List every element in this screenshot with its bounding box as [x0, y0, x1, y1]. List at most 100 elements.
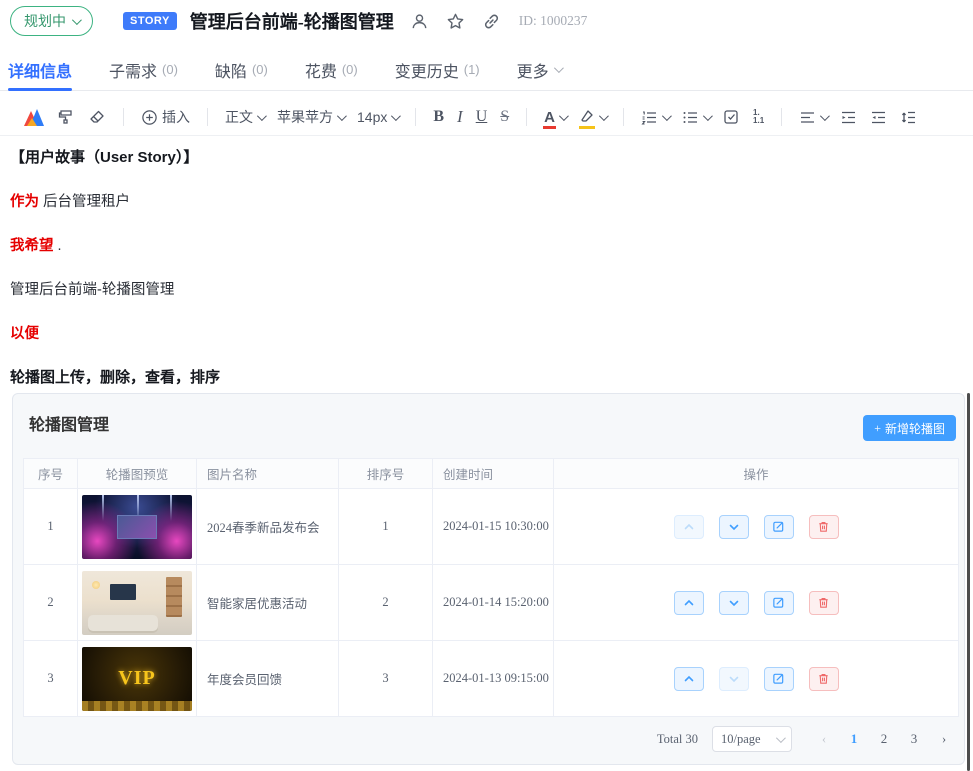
- indent-increase-icon[interactable]: [840, 110, 857, 125]
- stage-light-beam: [170, 494, 172, 521]
- line-height-icon[interactable]: [900, 110, 917, 125]
- move-up-button[interactable]: [673, 590, 704, 615]
- page-2-button[interactable]: 2: [874, 731, 894, 747]
- multilevel-bottom: 1.1: [753, 116, 765, 125]
- tab-change-history[interactable]: 变更历史 (1): [395, 49, 480, 90]
- page-1-button[interactable]: 1: [844, 731, 864, 747]
- tv-shape: [110, 583, 136, 600]
- prev-page-button[interactable]: ‹: [814, 731, 834, 747]
- chevron-up-icon: [684, 599, 693, 605]
- chevron-down-icon: [729, 524, 738, 530]
- page-numbers: ‹ 1 2 3 ›: [814, 731, 954, 747]
- assignee-person-icon[interactable]: [410, 12, 429, 31]
- delete-button[interactable]: [808, 666, 839, 691]
- image-name: 年度会员回馈: [196, 640, 339, 717]
- ordered-list-button[interactable]: [641, 110, 672, 125]
- editor-toolbar: 插入 正文 苹果苹方 14px B I U S A 1. 1.1: [0, 99, 973, 136]
- toolbar-divider: [207, 108, 208, 126]
- as-a-line: 作为 后台管理租户: [10, 190, 960, 211]
- paragraph-style-select[interactable]: 正文: [225, 107, 267, 127]
- move-down-button[interactable]: [718, 514, 749, 539]
- edit-button[interactable]: [763, 666, 794, 691]
- topbar-icons: [410, 12, 501, 31]
- row-actions: [554, 590, 958, 615]
- eraser-icon[interactable]: [88, 108, 106, 126]
- chevron-down-icon: [775, 732, 786, 743]
- insert-label: 插入: [162, 109, 190, 125]
- toolbar-divider: [123, 108, 124, 126]
- chevron-down-icon: [729, 676, 738, 682]
- col-header-sort: 排序号: [338, 458, 433, 489]
- as-a-value: 后台管理租户: [43, 194, 131, 210]
- chevron-down-icon: [598, 110, 609, 121]
- tab-more[interactable]: 更多: [516, 49, 564, 90]
- edit-icon: [773, 521, 784, 532]
- edit-button[interactable]: [763, 514, 794, 539]
- edit-button[interactable]: [763, 590, 794, 615]
- so-that-line: 以便: [10, 322, 960, 343]
- tab-label: 详细信息: [8, 63, 73, 81]
- star-favorite-icon[interactable]: [446, 12, 465, 31]
- task-checkbox-icon[interactable]: [723, 109, 740, 125]
- ai-assistant-icon[interactable]: [24, 108, 44, 126]
- row-index: 1: [23, 488, 78, 565]
- chevron-down-icon: [71, 14, 82, 25]
- underline-button[interactable]: U: [476, 108, 488, 126]
- image-name: 2024春季新品发布会: [196, 488, 339, 565]
- bullet-list-icon: [683, 111, 698, 123]
- font-color-letter: A: [543, 108, 556, 129]
- bold-button[interactable]: B: [433, 108, 444, 126]
- highlight-color-button[interactable]: [579, 109, 609, 129]
- format-painter-icon[interactable]: [57, 108, 75, 126]
- col-header-actions: 操作: [553, 458, 959, 489]
- vertical-scrollbar[interactable]: [967, 393, 970, 771]
- story-description: 【用户故事（User Story）】 作为 后台管理租户 我希望 . 管理后台前…: [10, 146, 960, 410]
- delete-button[interactable]: [808, 590, 839, 615]
- font-color-button[interactable]: A: [543, 108, 569, 129]
- insert-button[interactable]: 插入: [141, 107, 190, 127]
- font-family-select[interactable]: 苹果苹方: [277, 107, 347, 127]
- tab-bar: 详细信息 子需求 (0) 缺陷 (0) 花费 (0) 变更历史 (1) 更多: [0, 49, 973, 91]
- link-icon[interactable]: [482, 12, 501, 31]
- total-count: Total 30: [656, 731, 698, 746]
- tab-label: 花费: [304, 63, 337, 81]
- align-button[interactable]: [799, 110, 831, 125]
- move-up-button[interactable]: [673, 666, 704, 691]
- move-down-button[interactable]: [718, 590, 749, 615]
- chevron-down-icon: [820, 110, 831, 121]
- page-size-select[interactable]: 10/page: [712, 726, 792, 752]
- move-up-button[interactable]: [673, 514, 704, 539]
- move-down-button[interactable]: [718, 666, 749, 691]
- toolbar-divider: [415, 108, 417, 126]
- indent-decrease-icon[interactable]: [870, 110, 887, 125]
- chevron-down-icon: [661, 110, 672, 121]
- col-header-index: 序号: [23, 458, 78, 489]
- add-carousel-label: 新增轮播图: [884, 421, 945, 436]
- as-a-keyword: 作为: [10, 194, 39, 210]
- next-page-button[interactable]: ›: [934, 731, 954, 747]
- table-header-row: 序号 轮播图预览 图片名称 排序号 创建时间 操作: [23, 458, 959, 489]
- tab-label: 更多: [516, 63, 549, 81]
- chevron-down-icon: [558, 110, 569, 121]
- tab-detail-info[interactable]: 详细信息: [8, 49, 73, 91]
- strikethrough-button[interactable]: S: [500, 108, 509, 126]
- font-size-select[interactable]: 14px: [357, 109, 402, 125]
- circle-plus-icon: [142, 109, 157, 125]
- delete-button[interactable]: [808, 514, 839, 539]
- stage-light-beam: [102, 494, 104, 521]
- tab-sub-requirements[interactable]: 子需求 (0): [109, 49, 178, 90]
- row-index: 2: [23, 564, 78, 641]
- created-time: 2024-01-14 15:20:00: [432, 564, 554, 641]
- page-3-button[interactable]: 3: [904, 731, 924, 747]
- stage-screen: [117, 514, 157, 539]
- chevron-down-icon: [256, 110, 267, 121]
- status-dropdown[interactable]: 规划中: [10, 6, 93, 36]
- multilevel-list-icon[interactable]: 1. 1.1: [753, 109, 764, 125]
- font-size-value: 14px: [357, 109, 388, 125]
- story-id: ID: 1000237: [518, 13, 588, 28]
- italic-button[interactable]: I: [457, 107, 463, 127]
- tab-cost[interactable]: 花费 (0): [305, 49, 358, 90]
- bullet-list-button[interactable]: [682, 110, 713, 125]
- add-carousel-button[interactable]: + 新增轮播图: [863, 415, 956, 441]
- tab-defects[interactable]: 缺陷 (0): [215, 49, 268, 90]
